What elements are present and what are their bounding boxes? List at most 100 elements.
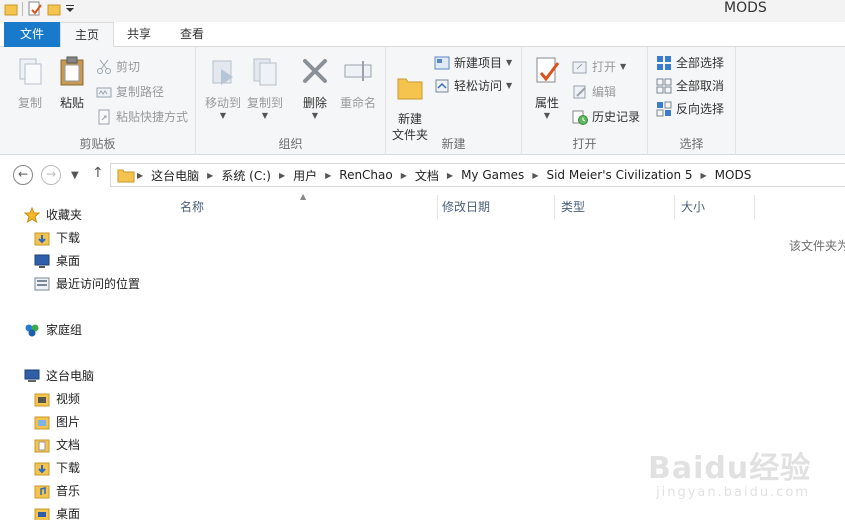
breadcrumb-separator[interactable]: ▶ xyxy=(135,171,145,180)
nav-pc-desktop-label: 桌面 xyxy=(56,507,81,520)
new-group: 新建 文件夹 新建项目 ▼ 轻松访问 ▼ 新建 xyxy=(386,47,522,155)
tab-home[interactable]: 主页 xyxy=(60,22,114,48)
recent-places-icon xyxy=(34,277,50,291)
breadcrumb-separator[interactable]: ▶ xyxy=(399,171,409,180)
nav-homegroup-label: 家庭组 xyxy=(46,323,83,337)
select-none-button[interactable]: 全部取消 xyxy=(656,76,724,96)
copy-label: 复制 xyxy=(17,96,42,110)
breadcrumb-documents[interactable]: 文档 xyxy=(409,167,445,184)
nav-pc-videos[interactable]: 视频 xyxy=(34,389,80,409)
videos-folder-icon xyxy=(34,393,50,407)
breadcrumb-system-c[interactable]: 系统 (C:) xyxy=(215,167,277,184)
chevron-down-icon: ▼ xyxy=(620,62,627,71)
edit-label: 编辑 xyxy=(592,85,617,99)
open-icon xyxy=(572,61,587,74)
nav-pc-desktop[interactable]: 桌面 xyxy=(34,504,80,520)
column-size[interactable]: 大小 xyxy=(673,195,755,219)
copy-icon xyxy=(19,58,42,85)
open-group-label: 打开 xyxy=(572,137,597,151)
copy-path-button[interactable]: 复制路径 xyxy=(96,82,164,102)
nav-fav-downloads[interactable]: 下载 xyxy=(34,228,80,248)
forward-button[interactable]: → xyxy=(41,165,61,185)
chevron-down-icon: ▼ xyxy=(543,111,551,120)
new-item-label: 新建项目 xyxy=(454,56,503,70)
back-button[interactable]: ← xyxy=(13,165,33,185)
arrow-left-icon: ← xyxy=(17,167,29,181)
folder-icon xyxy=(117,169,135,183)
breadcrumb-separator[interactable]: ▶ xyxy=(699,171,709,180)
nav-pc-downloads[interactable]: 下载 xyxy=(34,458,80,478)
up-button[interactable]: ↑ xyxy=(92,165,104,181)
recent-locations-button[interactable]: ▼ xyxy=(71,170,79,181)
column-type[interactable]: 类型 xyxy=(553,195,675,219)
invert-selection-button[interactable]: 反向选择 xyxy=(656,99,724,119)
nav-fav-recent[interactable]: 最近访问的位置 xyxy=(34,274,140,294)
tab-file[interactable]: 文件 xyxy=(4,22,60,47)
column-date-modified[interactable]: 修改日期 xyxy=(434,195,555,219)
clipboard-group: 复制 粘贴 剪切 复制路径 粘贴快捷方式 剪贴板 xyxy=(0,47,196,155)
tab-view[interactable]: 查看 xyxy=(166,22,218,47)
breadcrumb-civ5[interactable]: Sid Meier's Civilization 5 xyxy=(540,168,698,182)
breadcrumb-separator[interactable]: ▶ xyxy=(530,171,540,180)
move-to-button[interactable]: 移动到 ▼ xyxy=(204,55,242,120)
copy-to-button[interactable]: 复制到 ▼ xyxy=(246,55,284,120)
new-item-button[interactable]: 新建项目 ▼ xyxy=(434,53,512,73)
ribbon-tabs: 文件 主页 共享 查看 xyxy=(0,22,845,48)
delete-button[interactable]: 删除 ▼ xyxy=(298,55,332,120)
paste-button[interactable]: 粘贴 xyxy=(54,55,90,111)
open-button[interactable]: 打开 ▼ xyxy=(572,57,626,77)
cut-button[interactable]: 剪切 xyxy=(96,57,140,77)
watermark-url: jingyan.baidu.com xyxy=(656,485,810,500)
properties-button[interactable]: 属性 ▼ xyxy=(530,55,564,120)
properties-quick-icon[interactable] xyxy=(27,1,43,17)
nav-pc-music[interactable]: 音乐 xyxy=(34,481,80,501)
copy-button[interactable]: 复制 xyxy=(12,55,48,111)
breadcrumb-this-pc[interactable]: 这台电脑 xyxy=(145,167,205,184)
paste-shortcut-button[interactable]: 粘贴快捷方式 xyxy=(96,107,188,127)
nav-favorites[interactable]: 收藏夹 xyxy=(24,205,82,225)
chevron-down-icon: ▼ xyxy=(506,58,513,67)
breadcrumb-separator[interactable]: ▶ xyxy=(445,171,455,180)
properties-label: 属性 xyxy=(534,96,559,110)
cut-label: 剪切 xyxy=(116,60,141,74)
chevron-down-icon[interactable] xyxy=(65,2,75,16)
breadcrumb-my-games[interactable]: My Games xyxy=(455,168,530,182)
breadcrumb-users[interactable]: 用户 xyxy=(287,167,323,184)
nav-pc-documents[interactable]: 文档 xyxy=(34,435,80,455)
new-item-icon xyxy=(434,56,450,70)
folder-icon[interactable] xyxy=(4,2,18,16)
column-name[interactable]: 名称 xyxy=(172,195,438,219)
select-all-icon xyxy=(657,56,671,70)
easy-access-label: 轻松访问 xyxy=(454,79,503,93)
tab-share[interactable]: 共享 xyxy=(114,22,164,47)
new-folder-quick-icon[interactable] xyxy=(47,2,61,16)
breadcrumb-mods[interactable]: MODS xyxy=(709,168,758,182)
select-all-button[interactable]: 全部选择 xyxy=(656,53,724,73)
breadcrumb-separator[interactable]: ▶ xyxy=(205,171,215,180)
nav-pc-pictures-label: 图片 xyxy=(56,415,81,429)
rename-button[interactable]: 重命名 xyxy=(336,55,380,111)
computer-icon xyxy=(24,369,40,382)
clipboard-group-label: 剪贴板 xyxy=(79,137,116,151)
navigation-pane: 收藏夹 下载 桌面 最近访问的位置 家庭组 这台电脑 视频 图片 文档 下载 音… xyxy=(0,190,162,520)
history-button[interactable]: 历史记录 xyxy=(572,107,640,127)
rename-label: 重命名 xyxy=(339,96,376,110)
properties-icon xyxy=(536,57,560,83)
pictures-folder-icon xyxy=(34,416,50,430)
nav-homegroup[interactable]: 家庭组 xyxy=(24,320,82,340)
rename-icon xyxy=(344,61,372,81)
breadcrumb-renchao[interactable]: RenChao xyxy=(333,168,398,182)
easy-access-button[interactable]: 轻松访问 ▼ xyxy=(434,76,512,96)
breadcrumb-separator[interactable]: ▶ xyxy=(323,171,333,180)
folder-icon xyxy=(397,78,423,100)
new-group-label: 新建 xyxy=(441,137,466,151)
nav-pc-pictures[interactable]: 图片 xyxy=(34,412,80,432)
breadcrumb-separator[interactable]: ▶ xyxy=(277,171,287,180)
nav-this-pc[interactable]: 这台电脑 xyxy=(24,366,94,386)
copy-path-icon xyxy=(96,87,112,98)
address-bar[interactable]: ▶ 这台电脑 ▶ 系统 (C:) ▶ 用户 ▶ RenChao ▶ 文档 ▶ M… xyxy=(110,163,845,187)
invert-selection-icon xyxy=(656,101,672,117)
edit-button[interactable]: 编辑 xyxy=(572,82,616,102)
open-group: 属性 ▼ 打开 ▼ 编辑 历史记录 打开 xyxy=(522,47,648,155)
nav-fav-desktop[interactable]: 桌面 xyxy=(34,251,80,271)
